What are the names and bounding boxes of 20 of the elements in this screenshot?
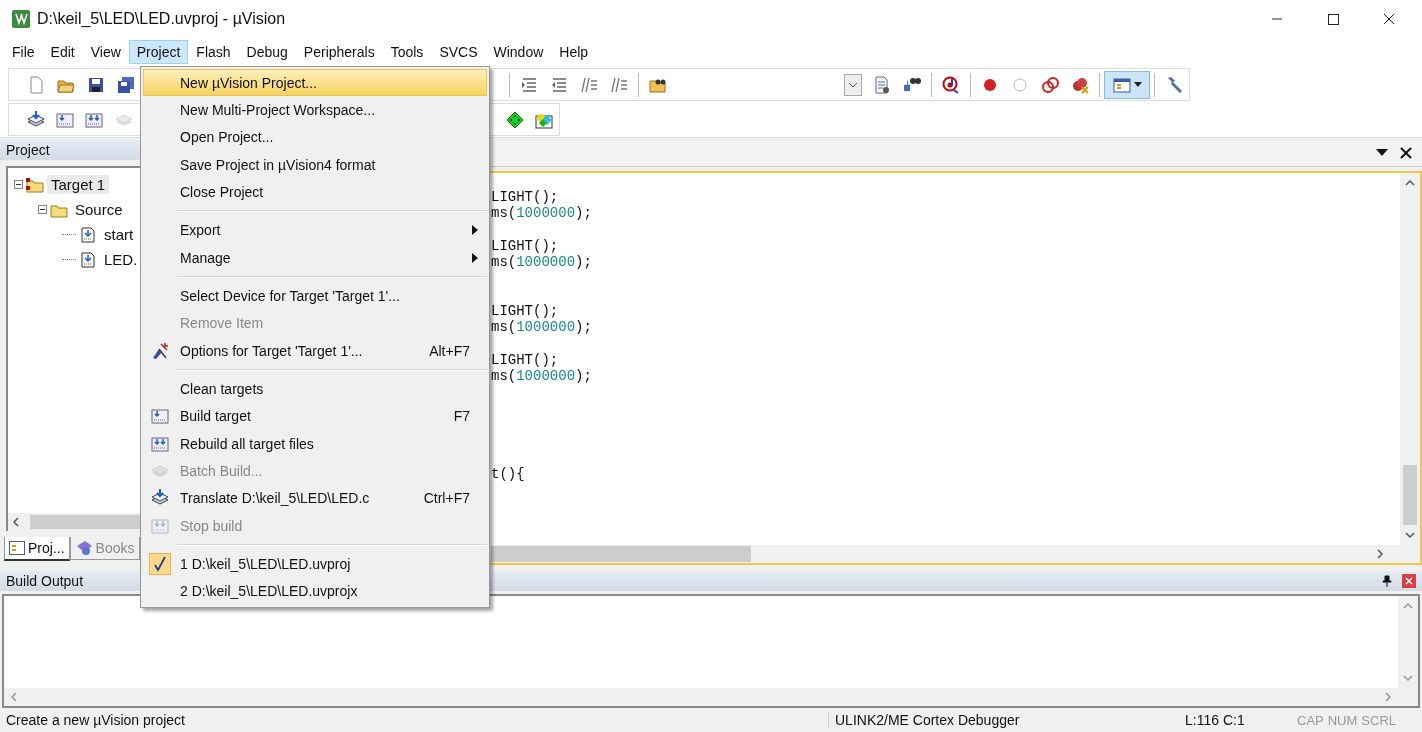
tab-label: Books [95, 540, 135, 556]
code-line: LIGHT(); [491, 189, 560, 206]
debugger-status: ULINK2/ME Cortex Debugger [828, 712, 1175, 728]
code-line: ms(1000000); [491, 254, 593, 271]
code-line: ms(1000000); [491, 205, 593, 222]
key-indicator: CAP [1297, 712, 1324, 728]
panel-title: Project [6, 142, 50, 158]
code-line: LIGHT(); [491, 237, 560, 255]
status-message: Create a new µVision project [5, 712, 186, 728]
window-title: D:\keil_5\LED\LED.uvproj - µVision [37, 10, 286, 28]
panel-title: Build Output [6, 573, 84, 589]
code-line: t(){ [491, 466, 526, 483]
code-line: ms(1000000); [491, 368, 593, 385]
tab-label: Proj... [28, 540, 65, 556]
key-indicator: SCRL [1361, 712, 1397, 728]
key-indicator: NUM [1327, 712, 1358, 728]
cursor-position: L:116 C:1 [1184, 712, 1246, 728]
code-line: LIGHT(); [491, 303, 560, 320]
code-line: ms(1000000); [491, 319, 593, 336]
code-line: LIGHT(); [491, 351, 560, 369]
